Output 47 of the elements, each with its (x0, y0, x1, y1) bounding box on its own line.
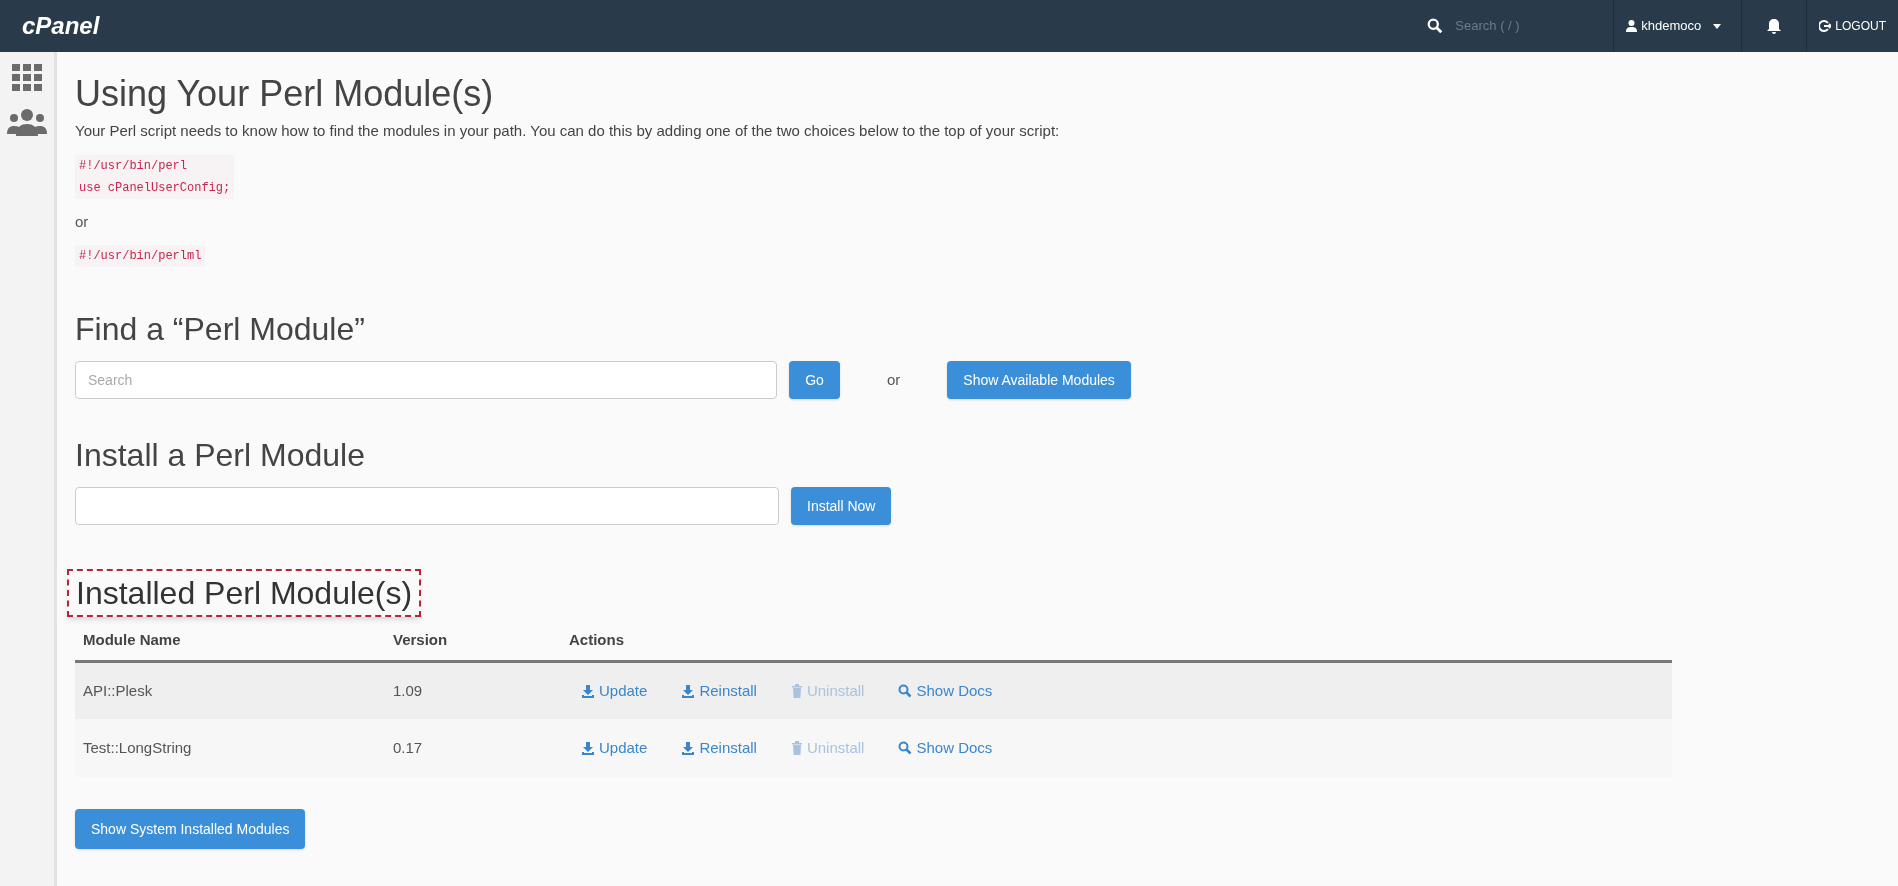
module-name: Test::LongString (83, 738, 192, 756)
search-icon (898, 683, 913, 698)
update-link[interactable]: Update (581, 736, 648, 760)
search-field[interactable]: Search (75, 361, 777, 399)
user-menu[interactable]: khdemoco (1614, 0, 1734, 52)
download-icon (681, 741, 696, 755)
section-heading: Using Your Perl Module(s) (75, 72, 495, 116)
code-snippet: #!/usr/bin/perlml (75, 245, 206, 267)
separator-text: or (75, 211, 90, 232)
module-name: API::Plesk (83, 681, 153, 699)
search-icon (1427, 18, 1444, 34)
update-link[interactable]: Update (581, 679, 648, 702)
download-icon (581, 741, 595, 755)
user-icon (1626, 20, 1638, 32)
grid-icon[interactable] (12, 64, 42, 92)
logout-icon (1819, 20, 1832, 32)
bell-icon[interactable] (1766, 17, 1783, 35)
reinstall-link[interactable]: Reinstall (681, 679, 757, 702)
download-icon (681, 683, 696, 698)
search-field[interactable]: Search ( / ) (1455, 16, 1606, 36)
column-header: Version (393, 631, 448, 648)
go-button[interactable]: Go (789, 361, 840, 399)
download-icon (581, 683, 595, 698)
code-snippet: #!/usr/bin/perl use cPanelUserConfig; (75, 154, 235, 199)
version: 0.17 (393, 738, 423, 756)
logout-button[interactable]: LOGOUT (1807, 0, 1898, 52)
separator-text: or (887, 369, 901, 390)
module-name-field[interactable] (75, 487, 779, 525)
reinstall-link[interactable]: Reinstall (681, 736, 757, 760)
section-heading: Find a “Perl Module” (75, 310, 366, 349)
version: 1.09 (393, 681, 423, 699)
caret-icon (1713, 23, 1722, 29)
section-heading: Installed Perl Module(s) (67, 569, 422, 617)
users-icon[interactable] (7, 108, 47, 136)
trash-icon (790, 741, 803, 755)
trash-icon (790, 683, 803, 698)
show-available-modules-button[interactable]: Show Available Modules (947, 361, 1131, 399)
docs-link[interactable]: Show Docs (898, 736, 993, 760)
install-now-button[interactable]: Install Now (791, 487, 892, 525)
column-header: Module Name (83, 631, 181, 648)
search-icon (898, 741, 913, 755)
docs-link[interactable]: Show Docs (898, 679, 993, 702)
show-system-installed-modules-button[interactable]: Show System Installed Modules (75, 809, 306, 849)
logo[interactable]: cPanel (22, 8, 100, 44)
description: Your Perl script needs to know how to find the modules in your path. You can do this by adding one of the two choices below to the top of your script: (75, 121, 1061, 141)
column-header: Actions (569, 631, 624, 648)
section-heading: Install a Perl Module (75, 436, 366, 475)
